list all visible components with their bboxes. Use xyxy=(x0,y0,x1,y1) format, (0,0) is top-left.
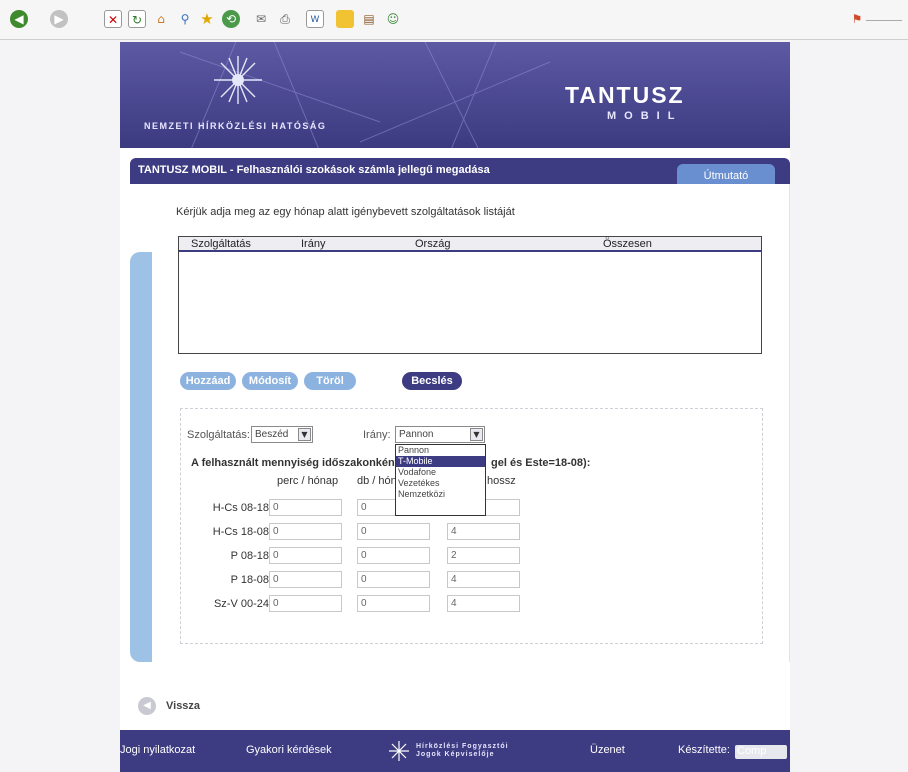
back-icon[interactable]: ◀ xyxy=(10,10,28,28)
intro-text: Kérjük adja meg az egy hónap alatt igény… xyxy=(176,206,515,218)
brand-sub: MOBIL xyxy=(607,110,683,122)
header-decoration xyxy=(179,42,551,148)
research-icon[interactable]: ▤ xyxy=(360,10,378,28)
search-icon[interactable]: ⚲ xyxy=(176,10,194,28)
perc-field[interactable]: 0 xyxy=(269,571,342,588)
hossz-field[interactable]: 4 xyxy=(447,595,520,612)
dropdown-option[interactable]: Nemzetközi xyxy=(396,489,485,500)
folder-icon[interactable] xyxy=(336,10,354,28)
dropdown-option[interactable]: Vezetékes xyxy=(396,478,485,489)
col-service: Szolgáltatás xyxy=(191,238,251,250)
perc-field[interactable]: 0 xyxy=(269,499,342,516)
footer-logo-line1: Hírközlési Fogyasztói xyxy=(416,743,509,750)
print-icon[interactable]: ⎙ xyxy=(276,10,294,28)
page-title: TANTUSZ MOBIL - Felhasználói szokások sz… xyxy=(138,164,490,176)
footer: Jogi nyilatkozat Gyakori kérdések Hírköz… xyxy=(120,730,790,772)
org-name: Nemzeti Hírközlési Hatóság xyxy=(144,121,327,131)
footer-made-by: Készítette: xyxy=(678,744,730,756)
windows-flag-icon: ⚑ xyxy=(851,12,863,26)
footer-logo-text: Hírközlési Fogyasztói Jogok Képviselője xyxy=(416,743,536,759)
home-icon[interactable]: ⌂ xyxy=(152,10,170,28)
direction-label: Irány: xyxy=(363,429,391,441)
footer-message-link[interactable]: Üzenet xyxy=(590,744,625,756)
service-select[interactable]: Beszéd ▼ xyxy=(251,426,313,443)
dropdown-option[interactable]: Pannon xyxy=(396,445,485,456)
row-label: Sz-V 00-24 xyxy=(213,598,269,610)
direction-dropdown-list[interactable]: Pannon T-Mobile Vodafone Vezetékes Nemze… xyxy=(395,444,486,516)
service-select-value: Beszéd xyxy=(255,429,289,440)
row-label: P 08-18 xyxy=(230,550,269,562)
star-logo xyxy=(214,56,262,104)
direction-select[interactable]: Pannon ▼ xyxy=(395,426,485,443)
left-rail xyxy=(130,252,152,662)
refresh-icon[interactable]: ↻ xyxy=(128,10,146,28)
dropdown-option-highlighted[interactable]: T-Mobile xyxy=(396,456,485,467)
quantity-title-right: gel és Este=18-08): xyxy=(491,457,591,469)
service-label: Szolgáltatás: xyxy=(187,429,250,441)
db-field[interactable]: 0 xyxy=(357,571,430,588)
footer-star-icon xyxy=(389,741,409,761)
toolbar-divider xyxy=(866,20,902,21)
row-label: H-Cs 18-08 xyxy=(212,526,269,538)
perc-field[interactable]: 0 xyxy=(269,523,342,540)
history-icon[interactable]: ⟲ xyxy=(222,10,240,28)
quantity-title-left: A felhasznált mennyiség időszakonként ( xyxy=(191,457,406,469)
row-label: H-Cs 08-18 xyxy=(212,502,269,514)
dropdown-option[interactable]: Vodafone xyxy=(396,467,485,478)
delete-button[interactable]: Töröl xyxy=(304,372,356,390)
hossz-field[interactable]: 2 xyxy=(447,547,520,564)
col-db: db / hón xyxy=(357,475,397,487)
col-hossz: hossz xyxy=(487,475,516,487)
row-label: P 18-08 xyxy=(230,574,269,586)
comp-logo-text: Comp xyxy=(737,745,767,757)
col-total: Összesen xyxy=(603,238,652,250)
page-frame: Nemzeti Hírközlési Hatóság TANTUSZ MOBIL… xyxy=(120,42,790,772)
chevron-down-icon[interactable]: ▼ xyxy=(298,428,311,441)
db-field[interactable]: 0 xyxy=(357,523,430,540)
favorites-icon[interactable]: ★ xyxy=(198,10,216,28)
footer-legal-link[interactable]: Jogi nyilatkozat xyxy=(120,744,195,756)
back-arrow-icon[interactable]: ◀ xyxy=(138,697,156,715)
col-direction: Irány xyxy=(301,238,326,250)
perc-field[interactable]: 0 xyxy=(269,595,342,612)
estimate-button[interactable]: Becslés xyxy=(402,372,462,390)
service-list[interactable]: Szolgáltatás Irány Ország Összesen xyxy=(178,236,762,354)
edit-icon[interactable]: W xyxy=(306,10,324,28)
chevron-down-icon[interactable]: ▼ xyxy=(470,428,483,441)
hossz-field[interactable]: 4 xyxy=(447,523,520,540)
direction-select-value: Pannon xyxy=(399,429,434,440)
db-field[interactable]: 0 xyxy=(357,547,430,564)
forward-icon[interactable]: ▶ xyxy=(50,10,68,28)
comp-logo[interactable]: Comp xyxy=(735,745,787,759)
browser-toolbar: ◀ ▶ ✕ ↻ ⌂ ⚲ ★ ⟲ ✉ ⎙ W ▤ ☺ ⚑ xyxy=(0,0,908,40)
add-button[interactable]: Hozzáad xyxy=(180,372,236,390)
stop-icon[interactable]: ✕ xyxy=(104,10,122,28)
back-label[interactable]: Vissza xyxy=(166,700,200,712)
hossz-field[interactable]: 4 xyxy=(447,571,520,588)
usage-form: Szolgáltatás: Beszéd ▼ Irány: Pannon ▼ A… xyxy=(180,408,763,644)
footer-logo-line2: Jogok Képviselője xyxy=(416,751,495,758)
db-field[interactable]: 0 xyxy=(357,595,430,612)
edit-button[interactable]: Módosít xyxy=(242,372,298,390)
brand-name: TANTUSZ xyxy=(565,82,685,108)
footer-faq-link[interactable]: Gyakori kérdések xyxy=(246,744,332,756)
perc-field[interactable]: 0 xyxy=(269,547,342,564)
col-country: Ország xyxy=(415,238,451,250)
col-perc: perc / hónap xyxy=(277,475,339,487)
mail-icon[interactable]: ✉ xyxy=(252,10,270,28)
service-list-header: Szolgáltatás Irány Ország Összesen xyxy=(179,237,761,252)
main-content: Kérjük adja meg az egy hónap alatt igény… xyxy=(152,184,790,662)
header-banner: Nemzeti Hírközlési Hatóság TANTUSZ MOBIL xyxy=(120,42,790,148)
messenger-icon[interactable]: ☺ xyxy=(384,10,402,28)
